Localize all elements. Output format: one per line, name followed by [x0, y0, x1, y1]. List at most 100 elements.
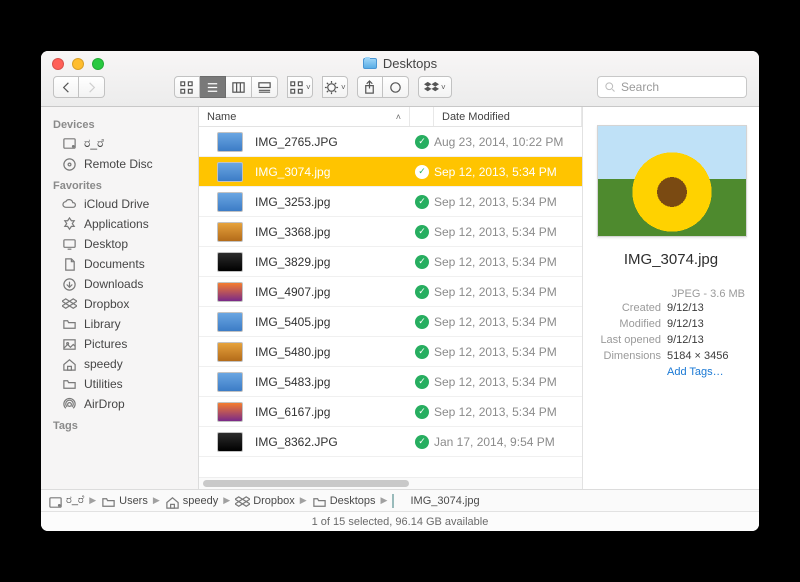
path-item[interactable]: speedy [162, 495, 221, 507]
doc-icon [61, 257, 77, 271]
file-row[interactable]: IMG_3368.jpg✓Sep 12, 2013, 5:34 PM [199, 217, 582, 247]
file-name: IMG_2765.JPG [255, 135, 410, 149]
view-columns-button[interactable] [226, 76, 252, 98]
path-item[interactable]: Dropbox [232, 495, 298, 507]
sidebar-item[interactable]: Desktop [41, 234, 198, 254]
column-headers: Name ˄ Date Modified [199, 107, 582, 127]
share-button[interactable] [357, 76, 383, 98]
forward-button[interactable] [79, 76, 105, 98]
file-name: IMG_8362.JPG [255, 435, 410, 449]
view-list-button[interactable] [200, 76, 226, 98]
sync-status: ✓ [410, 135, 434, 149]
sidebar-item[interactable]: Dropbox [41, 294, 198, 314]
file-row[interactable]: IMG_5480.jpg✓Sep 12, 2013, 5:34 PM [199, 337, 582, 367]
file-row[interactable]: IMG_6167.jpg✓Sep 12, 2013, 5:34 PM [199, 397, 582, 427]
file-name: IMG_3253.jpg [255, 195, 410, 209]
sidebar-item[interactable]: speedy [41, 354, 198, 374]
column-date[interactable]: Date Modified [434, 107, 582, 126]
path-bar: ರ_ರೆ▶Users▶speedy▶Dropbox▶Desktops▶IMG_3… [41, 489, 759, 511]
horizontal-scrollbar[interactable] [199, 477, 582, 489]
file-thumbnail [217, 282, 243, 302]
picture-icon [61, 337, 77, 351]
sidebar-item-label: Library [84, 317, 121, 331]
sync-status: ✓ [410, 435, 434, 449]
view-coverflow-button[interactable] [252, 76, 278, 98]
arrange-button[interactable]: ˅ [287, 76, 313, 98]
sidebar-item-label: Remote Disc [84, 157, 153, 171]
file-row[interactable]: IMG_3829.jpg✓Sep 12, 2013, 5:34 PM [199, 247, 582, 277]
sync-status: ✓ [410, 405, 434, 419]
folder-icon [61, 377, 77, 391]
sort-indicator-icon: ˄ [396, 112, 401, 122]
file-row[interactable]: IMG_5405.jpg✓Sep 12, 2013, 5:34 PM [199, 307, 582, 337]
sidebar-item[interactable]: Applications [41, 214, 198, 234]
preview-pane: IMG_3074.jpg JPEG - 3.6 MB Created9/12/1… [583, 107, 759, 489]
file-row[interactable]: IMG_4907.jpg✓Sep 12, 2013, 5:34 PM [199, 277, 582, 307]
tags-button[interactable] [383, 76, 409, 98]
cloud-icon [61, 197, 77, 211]
path-icon [235, 495, 249, 506]
path-separator-icon: ▶ [153, 495, 160, 506]
file-row[interactable]: IMG_2765.JPG✓Aug 23, 2014, 10:22 PM [199, 127, 582, 157]
view-icons-button[interactable] [174, 76, 200, 98]
add-tags-link[interactable]: Add Tags… [667, 364, 724, 380]
sync-status: ✓ [410, 225, 434, 239]
file-date: Sep 12, 2013, 5:34 PM [434, 255, 582, 269]
finder-window: Desktops ˅ ˅ ˅ [41, 51, 759, 531]
back-button[interactable] [53, 76, 79, 98]
path-item[interactable]: Desktops [309, 495, 379, 507]
file-row[interactable]: IMG_5483.jpg✓Sep 12, 2013, 5:34 PM [199, 367, 582, 397]
column-name[interactable]: Name ˄ [199, 107, 410, 126]
search-field[interactable]: Search [597, 76, 747, 98]
file-date: Sep 12, 2013, 5:34 PM [434, 225, 582, 239]
path-item[interactable]: ರ_ರೆ [45, 494, 87, 507]
sync-status: ✓ [410, 345, 434, 359]
sidebar-item[interactable]: ರ_ರೆ [41, 133, 198, 154]
column-status[interactable] [410, 107, 434, 126]
view-mode-group [174, 76, 278, 98]
action-button[interactable]: ˅ [322, 76, 348, 98]
file-row[interactable]: IMG_3253.jpg✓Sep 12, 2013, 5:34 PM [199, 187, 582, 217]
sidebar-item-label: speedy [84, 357, 123, 371]
file-date: Aug 23, 2014, 10:22 PM [434, 135, 582, 149]
check-icon: ✓ [415, 345, 429, 359]
path-item[interactable]: Users [98, 495, 151, 507]
path-separator-icon: ▶ [381, 495, 388, 506]
sidebar-item[interactable]: AirDrop [41, 394, 198, 414]
check-icon: ✓ [415, 435, 429, 449]
dropbox-button[interactable]: ˅ [418, 76, 452, 98]
file-thumbnail [217, 252, 243, 272]
path-separator-icon: ▶ [89, 495, 96, 506]
sidebar-item[interactable]: iCloud Drive [41, 194, 198, 214]
sidebar-item[interactable]: Documents [41, 254, 198, 274]
check-icon: ✓ [415, 225, 429, 239]
file-row[interactable]: IMG_8362.JPG✓Jan 17, 2014, 9:54 PM [199, 427, 582, 457]
sidebar-item[interactable]: Utilities [41, 374, 198, 394]
file-thumbnail [217, 342, 243, 362]
sidebar-heading: Tags [41, 414, 198, 434]
sidebar-heading: Favorites [41, 174, 198, 194]
file-name: IMG_5480.jpg [255, 345, 410, 359]
airdrop-icon [61, 397, 77, 411]
file-name: IMG_4907.jpg [255, 285, 410, 299]
sidebar-item[interactable]: Remote Disc [41, 154, 198, 174]
file-date: Sep 12, 2013, 5:34 PM [434, 195, 582, 209]
sidebar-item[interactable]: Downloads [41, 274, 198, 294]
file-name: IMG_6167.jpg [255, 405, 410, 419]
file-thumbnail [217, 432, 243, 452]
file-date: Sep 12, 2013, 5:34 PM [434, 405, 582, 419]
sidebar-item[interactable]: Pictures [41, 334, 198, 354]
file-name: IMG_5405.jpg [255, 315, 410, 329]
file-thumbnail [217, 192, 243, 212]
sync-status: ✓ [410, 285, 434, 299]
sidebar-item[interactable]: Library [41, 314, 198, 334]
sync-status: ✓ [410, 375, 434, 389]
path-item[interactable]: IMG_3074.jpg [389, 495, 482, 507]
file-rows: IMG_2765.JPG✓Aug 23, 2014, 10:22 PMIMG_3… [199, 127, 582, 477]
check-icon: ✓ [415, 315, 429, 329]
file-list: Name ˄ Date Modified IMG_2765.JPG✓Aug 23… [199, 107, 583, 489]
preview-meta-row: Last opened9/12/13 [597, 332, 745, 348]
file-row[interactable]: IMG_3074.jpg✓Sep 12, 2013, 5:34 PM [199, 157, 582, 187]
preview-meta-row: Modified9/12/13 [597, 316, 745, 332]
window-title: Desktops [41, 56, 759, 71]
